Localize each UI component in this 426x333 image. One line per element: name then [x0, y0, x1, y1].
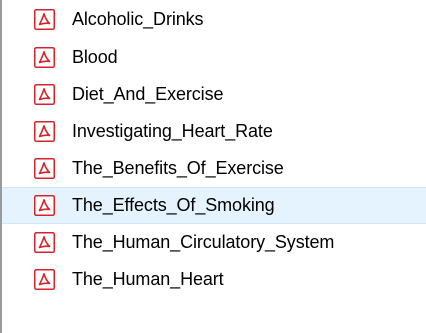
- file-item-the-benefits-of-exercise[interactable]: The_Benefits_Of_Exercise: [2, 150, 426, 187]
- file-item-the-effects-of-smoking[interactable]: The_Effects_Of_Smoking: [2, 187, 426, 224]
- file-name-label: The_Human_Heart: [72, 269, 224, 289]
- file-name-label: Investigating_Heart_Rate: [72, 121, 273, 141]
- file-name-label: Blood: [72, 47, 118, 67]
- file-name-label: Alcoholic_Drinks: [72, 9, 204, 29]
- file-item-investigating-heart-rate[interactable]: Investigating_Heart_Rate: [2, 113, 426, 150]
- pdf-file-icon: [34, 195, 55, 216]
- pdf-file-icon: [34, 121, 55, 142]
- pdf-file-icon: [34, 9, 55, 30]
- file-item-blood[interactable]: Blood: [2, 39, 426, 76]
- pdf-file-icon: [34, 232, 55, 253]
- pdf-file-icon: [34, 158, 55, 179]
- file-explorer-window: Alcoholic_Drinks Blood Diet_And_Exercise…: [0, 0, 426, 333]
- file-item-the-human-circulatory-system[interactable]: The_Human_Circulatory_System: [2, 224, 426, 261]
- pdf-file-icon: [34, 269, 55, 290]
- file-name-label: The_Human_Circulatory_System: [72, 232, 335, 252]
- file-name-label: Diet_And_Exercise: [72, 84, 224, 104]
- file-name-label: The_Effects_Of_Smoking: [72, 195, 275, 215]
- file-item-the-human-heart[interactable]: The_Human_Heart: [2, 261, 426, 298]
- file-list: Alcoholic_Drinks Blood Diet_And_Exercise…: [2, 0, 426, 298]
- file-name-label: The_Benefits_Of_Exercise: [72, 158, 284, 178]
- file-item-alcoholic-drinks[interactable]: Alcoholic_Drinks: [2, 0, 426, 39]
- file-item-diet-and-exercise[interactable]: Diet_And_Exercise: [2, 76, 426, 113]
- pdf-file-icon: [34, 47, 55, 68]
- pdf-file-icon: [34, 84, 55, 105]
